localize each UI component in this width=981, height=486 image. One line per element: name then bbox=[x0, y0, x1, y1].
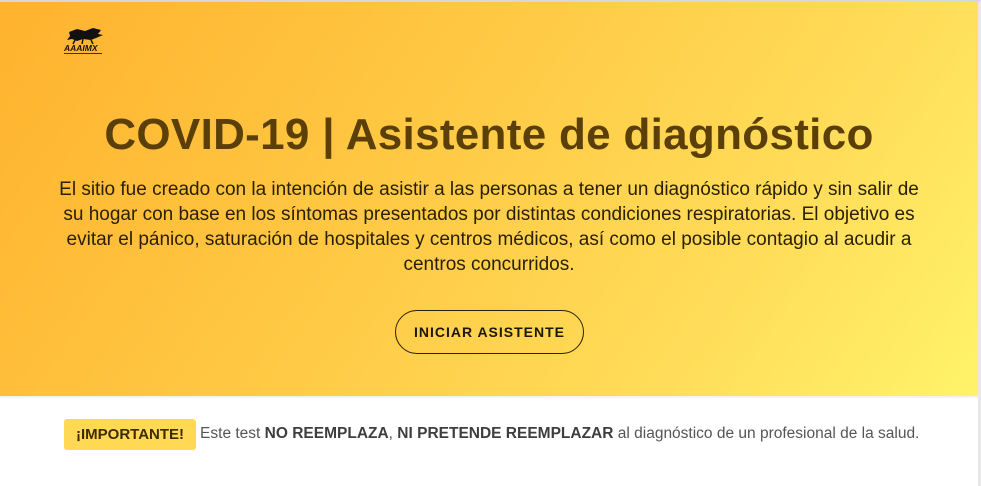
page: AAAIMX COVID-19 | Asistente de diagnósti… bbox=[0, 0, 981, 486]
logo-text: AAAIMX bbox=[63, 43, 99, 53]
hero-section: AAAIMX COVID-19 | Asistente de diagnósti… bbox=[0, 2, 978, 396]
disclaimer-line: ¡IMPORTANTE! Este test NO REEMPLAZA, NI … bbox=[64, 418, 919, 450]
disclaimer-bold-1: NO REEMPLAZA bbox=[264, 425, 389, 442]
disclaimer-separator: , bbox=[388, 425, 393, 442]
page-title: COVID-19 | Asistente de diagnóstico bbox=[104, 110, 874, 159]
logo-graphic: AAAIMX bbox=[63, 28, 103, 54]
important-badge: ¡IMPORTANTE! bbox=[64, 418, 197, 450]
disclaimer-bold-2: NI PRETENDE REEMPLAZAR bbox=[397, 425, 614, 442]
disclaimer-section: ¡IMPORTANTE! Este test NO REEMPLAZA, NI … bbox=[0, 398, 978, 486]
disclaimer-text-1: Este test bbox=[200, 425, 261, 442]
aaaimx-logo-icon[interactable]: AAAIMX bbox=[63, 26, 105, 56]
hero-description: El sitio fue creado con la intención de … bbox=[59, 179, 919, 275]
disclaimer-text-2: al diagnóstico de un profesional de la s… bbox=[617, 425, 920, 442]
start-assistant-button[interactable]: INICIAR ASISTENTE bbox=[395, 310, 584, 354]
